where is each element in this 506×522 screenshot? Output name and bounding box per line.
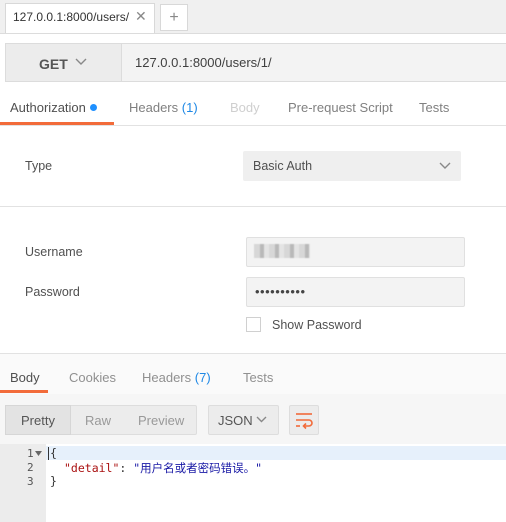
chevron-down-icon (439, 162, 451, 169)
headers-count: (1) (181, 100, 198, 115)
response-tab-body[interactable]: Body (10, 370, 40, 385)
password-label: Password (25, 285, 80, 299)
chevron-down-icon (256, 416, 267, 423)
response-tab-headers[interactable]: Headers (7) (142, 370, 211, 385)
divider (0, 206, 506, 207)
tab-label: Authorization (10, 100, 86, 115)
modified-dot-icon (89, 104, 97, 111)
method-label: GET (39, 56, 68, 72)
tab-tests[interactable]: Tests (419, 100, 449, 115)
language-value: JSON (218, 413, 253, 428)
new-tab-button[interactable]: + (160, 4, 188, 31)
tab-label: Headers (142, 370, 192, 385)
fold-arrow-icon[interactable] (35, 451, 43, 457)
active-tab-indicator (0, 122, 114, 125)
username-label: Username (25, 245, 83, 259)
active-response-tab-indicator (0, 390, 48, 393)
code-close-brace: } (50, 474, 57, 488)
json-colon: : (119, 461, 134, 475)
active-line-highlight (46, 446, 506, 460)
line-number: 3 (27, 475, 34, 488)
tab-label: Headers (129, 100, 179, 115)
text-cursor (48, 447, 49, 460)
username-blurred-value (254, 244, 310, 258)
tab-pre-request-script[interactable]: Pre-request Script (288, 100, 393, 115)
response-tab-cookies[interactable]: Cookies (69, 370, 116, 385)
pretty-label: Pretty (21, 413, 55, 428)
code-line-detail: "detail": "用户名或者密码错误。" (64, 460, 262, 476)
raw-button[interactable]: Raw (85, 413, 111, 428)
wrap-lines-icon (296, 413, 313, 430)
password-value: •••••••••• (255, 284, 306, 299)
response-headers-count: (7) (194, 370, 211, 385)
show-password-checkbox[interactable] (246, 317, 261, 332)
tab-headers[interactable]: Headers (1) (129, 100, 198, 115)
tab-authorization[interactable]: Authorization (10, 100, 97, 115)
url-input[interactable]: 127.0.0.1:8000/users/1/ (135, 55, 272, 70)
close-tab-icon[interactable]: ✕ (135, 8, 147, 25)
chevron-down-icon (75, 58, 87, 65)
code-open-brace: { (50, 446, 57, 460)
type-label: Type (25, 159, 53, 173)
show-password-label: Show Password (272, 318, 362, 332)
auth-type-value: Basic Auth (253, 159, 313, 173)
line-number: 1 (27, 447, 34, 460)
line-number: 2 (27, 461, 34, 474)
tab-body[interactable]: Body (230, 100, 260, 115)
request-tab-title: 127.0.0.1:8000/users/ (13, 10, 130, 24)
response-tab-tests[interactable]: Tests (243, 370, 273, 385)
json-key: "detail" (64, 461, 120, 475)
json-value: "用户名或者密码错误。" (133, 461, 263, 475)
preview-button[interactable]: Preview (138, 413, 184, 428)
